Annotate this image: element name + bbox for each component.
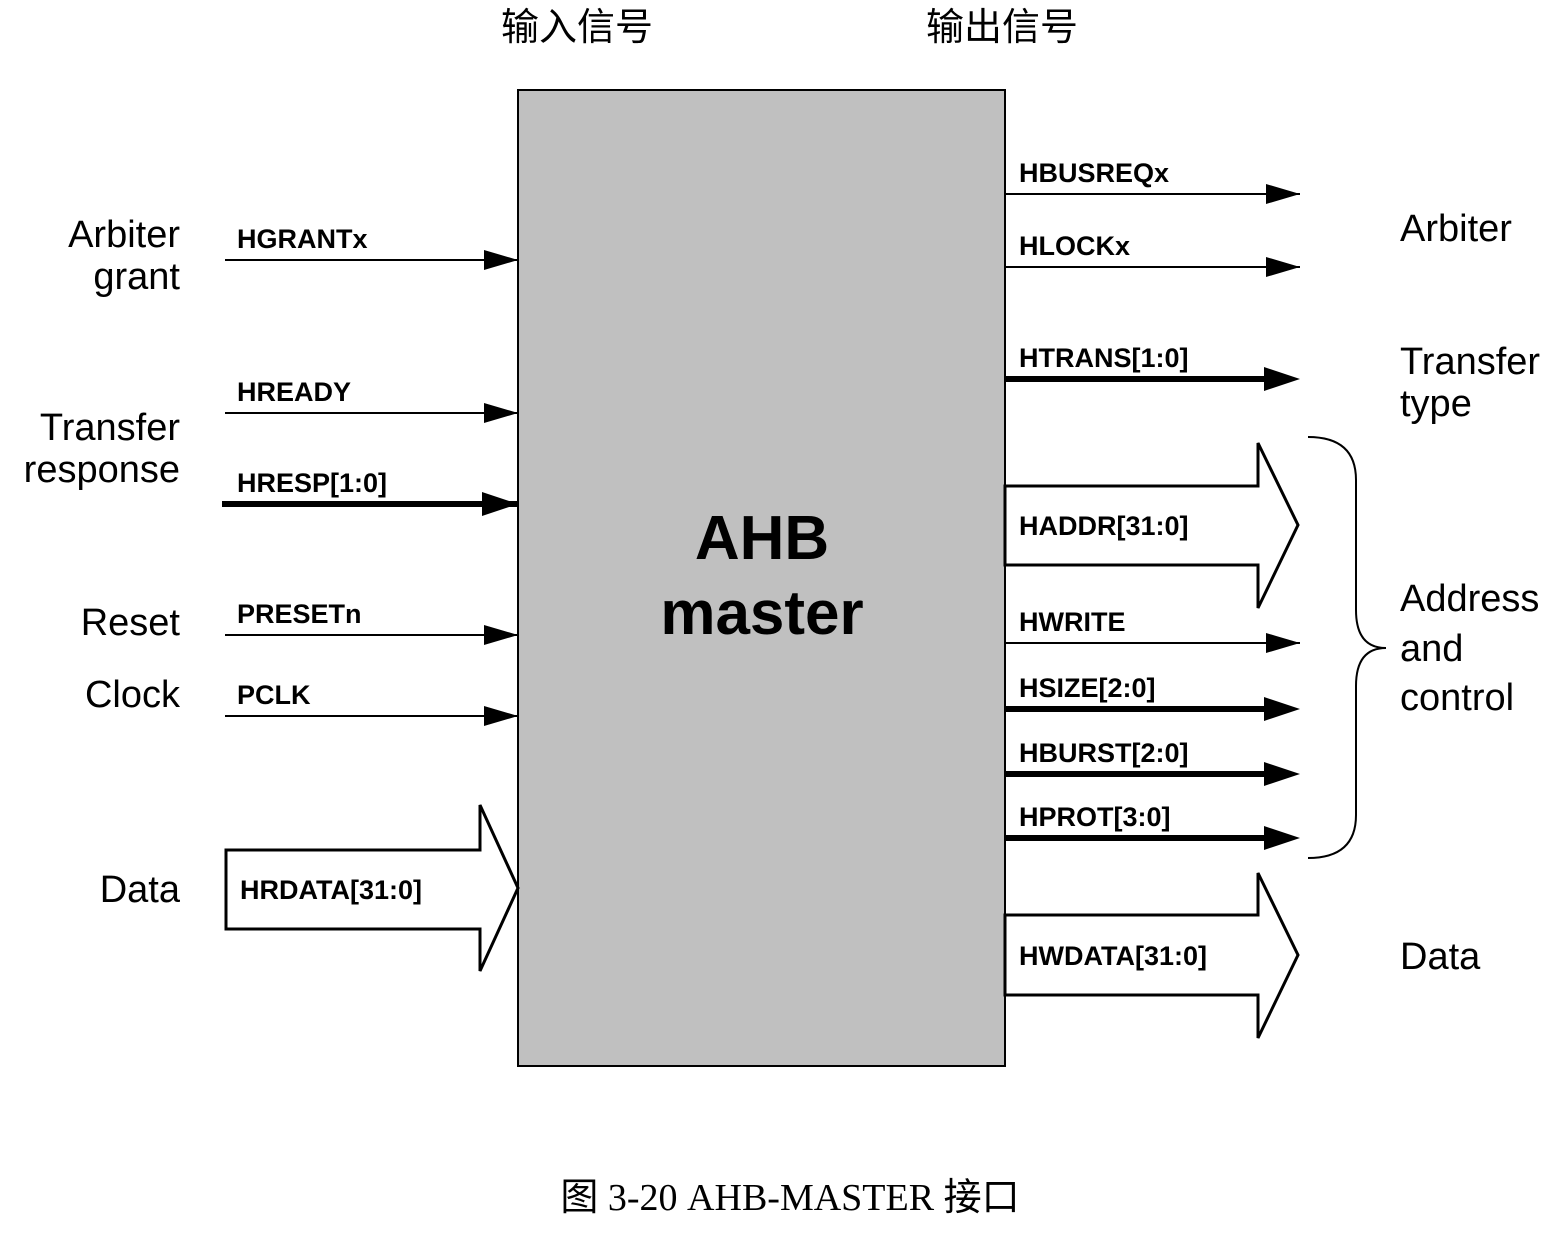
signal-haddr: HADDR[31:0]	[1019, 511, 1189, 541]
group-label-arbiter: Arbiter	[1400, 208, 1512, 250]
group-label-transfer-type-1: Transfer	[1400, 341, 1540, 383]
group-label-transfer-response-2: response	[24, 449, 180, 491]
group-label-arbiter-grant-1: Arbiter	[68, 214, 180, 256]
figure-caption: 图 3-20 AHB-MASTER 接口	[560, 1177, 1019, 1219]
group-label-data-in: Data	[100, 869, 181, 911]
hresp-arrowhead	[482, 492, 518, 516]
group-label-arbiter-grant-2: grant	[93, 256, 180, 298]
group-label-reset: Reset	[81, 602, 181, 644]
outputs-header: 输出信号	[926, 5, 1078, 49]
signal-hwdata: HWDATA[31:0]	[1019, 941, 1207, 971]
signal-hprot: HPROT[3:0]	[1019, 802, 1171, 832]
group-label-address-control-2: and	[1400, 628, 1463, 670]
ahb-master-block	[517, 89, 1006, 1067]
signal-hresp: HRESP[1:0]	[237, 468, 387, 498]
block-title-line1: AHB	[695, 504, 829, 573]
ahb-master-diagram: 输入信号 输出信号 AHB master Arbiter grant Trans…	[24, 5, 1541, 1219]
block-title-line2: master	[660, 579, 863, 648]
signal-hready: HREADY	[237, 377, 351, 407]
group-label-address-control-1: Address	[1400, 578, 1539, 620]
signal-htrans: HTRANS[1:0]	[1019, 343, 1189, 373]
group-label-transfer-type-2: type	[1400, 383, 1472, 425]
signal-hgrant: HGRANTx	[237, 224, 368, 254]
signal-hrdata: HRDATA[31:0]	[240, 875, 422, 905]
htrans-arrowhead	[1264, 367, 1300, 391]
inputs-header: 输入信号	[501, 5, 653, 49]
signal-preset: PRESETn	[237, 599, 362, 629]
signal-hwrite: HWRITE	[1019, 607, 1125, 637]
group-label-data-out: Data	[1400, 936, 1481, 978]
hprot-arrowhead	[1264, 826, 1300, 850]
group-label-transfer-response-1: Transfer	[40, 407, 180, 449]
hburst-arrowhead	[1264, 762, 1300, 786]
signal-hsize: HSIZE[2:0]	[1019, 673, 1156, 703]
signal-hburst: HBURST[2:0]	[1019, 738, 1189, 768]
signal-hlock: HLOCKx	[1019, 231, 1130, 261]
group-label-clock: Clock	[85, 674, 181, 716]
signal-hbusreq: HBUSREQx	[1019, 158, 1169, 188]
group-label-address-control-3: control	[1400, 677, 1514, 719]
signal-pclk: PCLK	[237, 680, 311, 710]
hsize-arrowhead	[1264, 697, 1300, 721]
address-control-brace	[1307, 436, 1387, 859]
